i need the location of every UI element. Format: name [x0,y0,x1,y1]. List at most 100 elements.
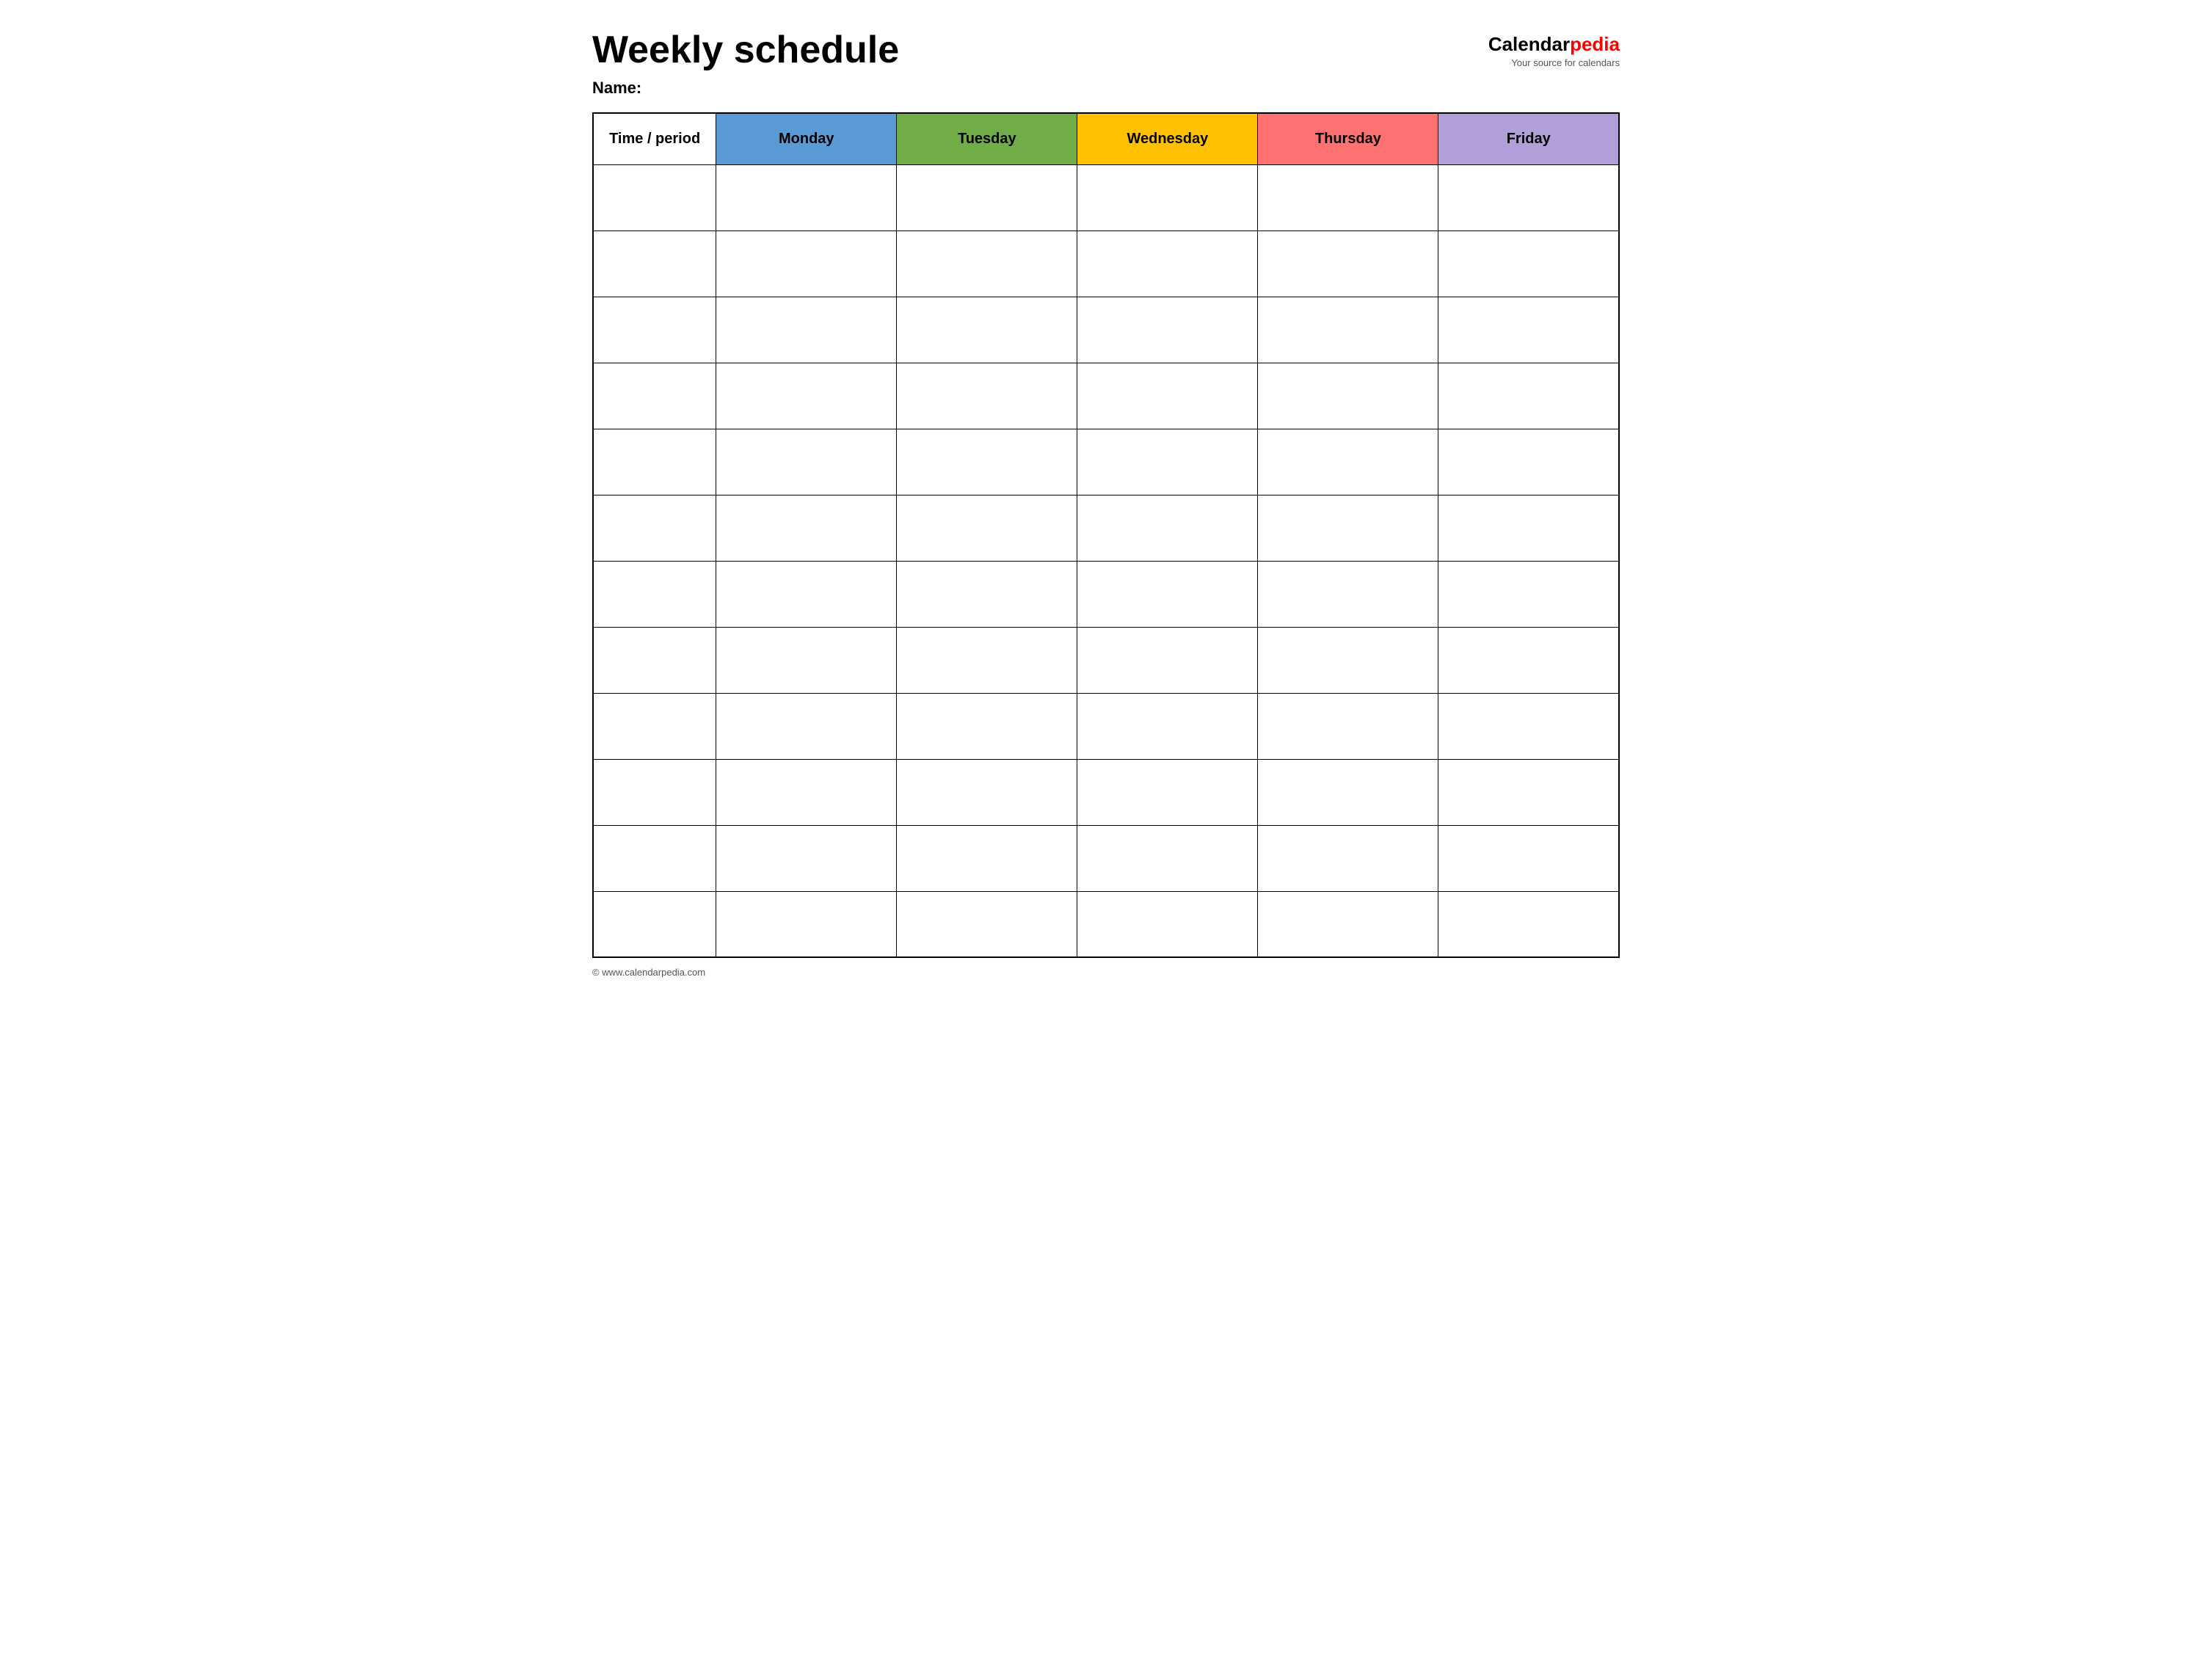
cell-row2-col1[interactable] [716,297,897,363]
logo-area: Calendarpedia Your source for calendars [1488,33,1620,68]
cell-row5-col2[interactable] [897,495,1077,561]
table-row [593,495,1619,561]
col-header-time: Time / period [593,113,716,164]
cell-row3-col2[interactable] [897,363,1077,429]
cell-row7-col5[interactable] [1438,627,1619,693]
cell-row1-col4[interactable] [1258,230,1438,297]
cell-row0-col5[interactable] [1438,164,1619,230]
cell-row8-col1[interactable] [716,693,897,759]
table-row [593,561,1619,627]
cell-row0-col4[interactable] [1258,164,1438,230]
table-row [593,759,1619,825]
cell-row9-col5[interactable] [1438,759,1619,825]
cell-row7-col3[interactable] [1077,627,1258,693]
cell-row2-col2[interactable] [897,297,1077,363]
cell-row1-col3[interactable] [1077,230,1258,297]
logo-calendar-part: Calendar [1488,33,1570,55]
cell-row2-col5[interactable] [1438,297,1619,363]
cell-row8-col4[interactable] [1258,693,1438,759]
cell-row6-col5[interactable] [1438,561,1619,627]
schedule-table: Time / period Monday Tuesday Wednesday T… [592,112,1620,958]
cell-row9-col4[interactable] [1258,759,1438,825]
cell-row5-col5[interactable] [1438,495,1619,561]
cell-row4-col5[interactable] [1438,429,1619,495]
cell-row11-col1[interactable] [716,891,897,957]
cell-row3-col5[interactable] [1438,363,1619,429]
cell-row1-col5[interactable] [1438,230,1619,297]
cell-row1-col0[interactable] [593,230,716,297]
cell-row7-col4[interactable] [1258,627,1438,693]
cell-row3-col0[interactable] [593,363,716,429]
cell-row8-col5[interactable] [1438,693,1619,759]
cell-row3-col1[interactable] [716,363,897,429]
cell-row4-col0[interactable] [593,429,716,495]
cell-row6-col4[interactable] [1258,561,1438,627]
cell-row7-col2[interactable] [897,627,1077,693]
cell-row2-col0[interactable] [593,297,716,363]
cell-row10-col2[interactable] [897,825,1077,891]
cell-row4-col4[interactable] [1258,429,1438,495]
cell-row9-col3[interactable] [1077,759,1258,825]
table-row [593,825,1619,891]
cell-row7-col0[interactable] [593,627,716,693]
cell-row4-col1[interactable] [716,429,897,495]
table-row [593,429,1619,495]
logo-text: Calendarpedia [1488,33,1620,56]
cell-row0-col3[interactable] [1077,164,1258,230]
cell-row9-col1[interactable] [716,759,897,825]
cell-row1-col1[interactable] [716,230,897,297]
table-row [593,363,1619,429]
cell-row8-col0[interactable] [593,693,716,759]
cell-row8-col3[interactable] [1077,693,1258,759]
cell-row9-col0[interactable] [593,759,716,825]
cell-row2-col4[interactable] [1258,297,1438,363]
cell-row6-col1[interactable] [716,561,897,627]
cell-row5-col0[interactable] [593,495,716,561]
cell-row3-col3[interactable] [1077,363,1258,429]
cell-row11-col4[interactable] [1258,891,1438,957]
cell-row0-col1[interactable] [716,164,897,230]
table-row [593,891,1619,957]
footer: © www.calendarpedia.com [592,967,1620,978]
header-section: Weekly schedule Name: Calendarpedia Your… [592,29,1620,98]
cell-row0-col2[interactable] [897,164,1077,230]
logo-pedia-part: pedia [1570,33,1620,55]
cell-row10-col5[interactable] [1438,825,1619,891]
cell-row5-col4[interactable] [1258,495,1438,561]
schedule-body [593,164,1619,957]
cell-row6-col3[interactable] [1077,561,1258,627]
name-label: Name: [592,79,899,98]
cell-row7-col1[interactable] [716,627,897,693]
table-row [593,230,1619,297]
page-title: Weekly schedule [592,29,899,71]
col-header-wednesday: Wednesday [1077,113,1258,164]
cell-row8-col2[interactable] [897,693,1077,759]
cell-row11-col5[interactable] [1438,891,1619,957]
col-header-thursday: Thursday [1258,113,1438,164]
cell-row3-col4[interactable] [1258,363,1438,429]
cell-row6-col2[interactable] [897,561,1077,627]
cell-row0-col0[interactable] [593,164,716,230]
cell-row10-col3[interactable] [1077,825,1258,891]
cell-row1-col2[interactable] [897,230,1077,297]
cell-row4-col2[interactable] [897,429,1077,495]
table-row [593,164,1619,230]
cell-row11-col2[interactable] [897,891,1077,957]
cell-row9-col2[interactable] [897,759,1077,825]
cell-row5-col1[interactable] [716,495,897,561]
cell-row5-col3[interactable] [1077,495,1258,561]
table-row [593,627,1619,693]
col-header-tuesday: Tuesday [897,113,1077,164]
page-wrapper: Weekly schedule Name: Calendarpedia Your… [592,29,1620,978]
cell-row2-col3[interactable] [1077,297,1258,363]
cell-row4-col3[interactable] [1077,429,1258,495]
cell-row11-col0[interactable] [593,891,716,957]
col-header-monday: Monday [716,113,897,164]
logo-subtitle: Your source for calendars [1511,57,1620,68]
cell-row10-col0[interactable] [593,825,716,891]
cell-row10-col1[interactable] [716,825,897,891]
cell-row11-col3[interactable] [1077,891,1258,957]
cell-row6-col0[interactable] [593,561,716,627]
cell-row10-col4[interactable] [1258,825,1438,891]
footer-url: © www.calendarpedia.com [592,967,705,978]
